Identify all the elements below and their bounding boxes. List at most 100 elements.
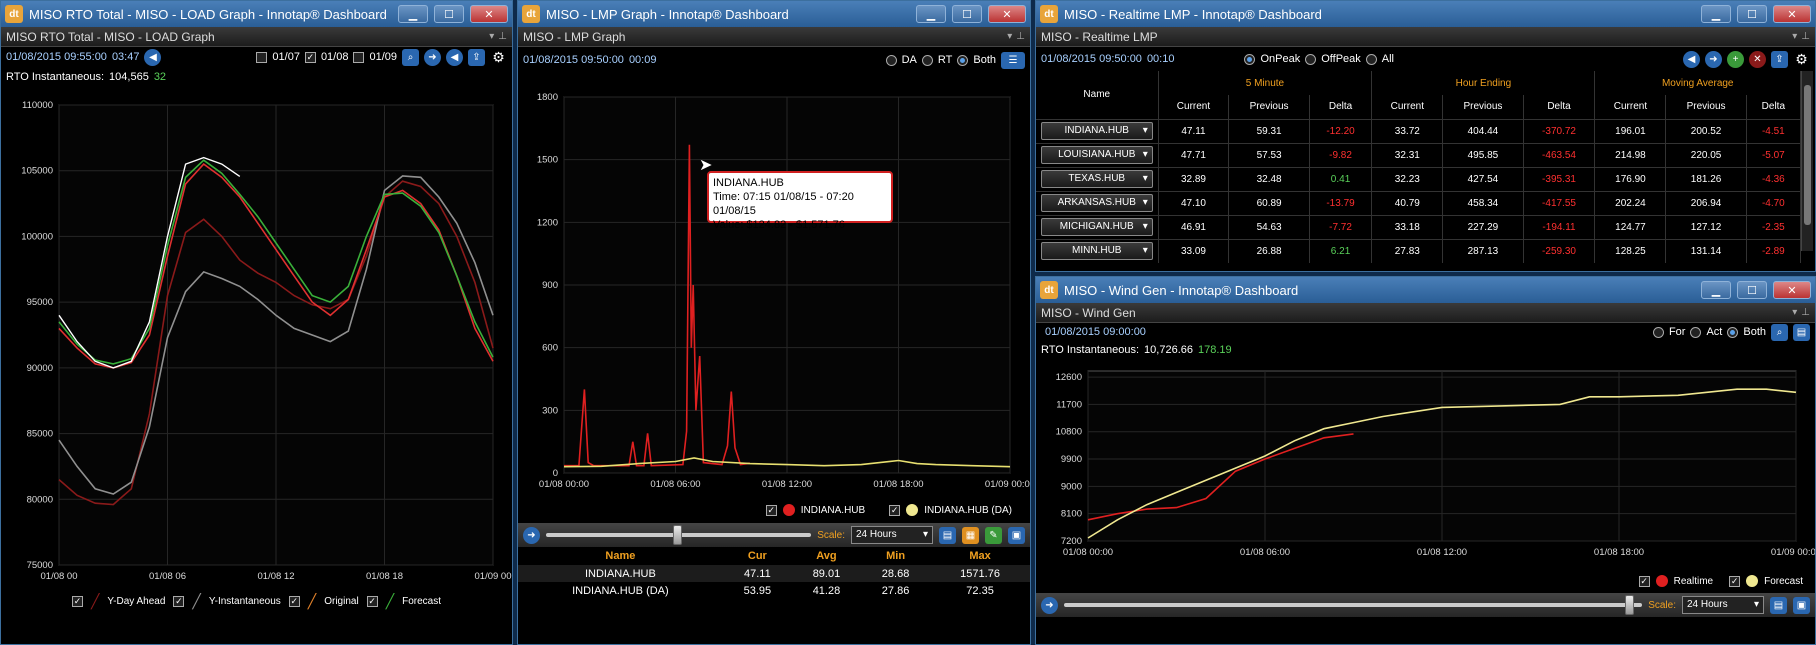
slider-thumb[interactable] bbox=[1624, 595, 1634, 615]
export-icon[interactable]: ⇪ bbox=[1771, 50, 1788, 68]
hub-select-button[interactable]: MINN.HUB bbox=[1040, 242, 1153, 261]
arrow-right-icon[interactable]: ➜ bbox=[1705, 50, 1722, 68]
hub-select-button[interactable]: MICHIGAN.HUB bbox=[1040, 218, 1153, 236]
volume-icon[interactable]: ◀ bbox=[1683, 50, 1700, 68]
value-cell: 33.18 bbox=[1371, 215, 1444, 239]
mode-radio-da[interactable] bbox=[885, 54, 897, 66]
wind-window-titlebar[interactable]: dt MISO - Wind Gen - Innotap® Dashboard … bbox=[1036, 277, 1815, 303]
chart-icon[interactable]: ▤ bbox=[939, 526, 956, 544]
hub-select-button[interactable]: LOUISIANA.HUB bbox=[1040, 146, 1153, 164]
close-button[interactable]: ✕ bbox=[1773, 281, 1811, 299]
dropdown-icon[interactable]: ▾ bbox=[1792, 31, 1797, 42]
value-cell: 32.23 bbox=[1371, 167, 1444, 191]
rt-vertical-scrollbar[interactable] bbox=[1801, 71, 1813, 251]
dropdown-icon[interactable]: ▾ bbox=[1792, 307, 1797, 318]
sub-header-cell: Delta bbox=[1309, 95, 1373, 119]
dropdown-icon[interactable]: ▾ bbox=[1007, 31, 1012, 42]
mode-radio-rt[interactable] bbox=[921, 54, 933, 66]
legend-checkbox-original[interactable]: ✓ bbox=[288, 595, 300, 607]
hub-cell: MINN.HUB bbox=[1036, 239, 1159, 263]
arrow-right-icon[interactable]: ➜ bbox=[1041, 596, 1058, 614]
gear-icon[interactable]: ⚙ bbox=[490, 49, 507, 66]
day-checkbox-0108[interactable]: ✓ bbox=[304, 51, 316, 63]
load-instant-bar: RTO Instantaneous: 104,565 32 bbox=[1, 67, 512, 87]
day-checkbox-0107[interactable] bbox=[256, 51, 268, 63]
edit-icon[interactable]: ✎ bbox=[985, 526, 1002, 544]
table-row[interactable]: MICHIGAN.HUB 46.9154.63-7.7233.18227.29-1… bbox=[1036, 215, 1802, 239]
peak-radio-offpeak[interactable] bbox=[1305, 53, 1317, 65]
wind-timestamp: 01/08/2015 09:00:00 bbox=[1045, 326, 1146, 338]
hub-select-button[interactable]: INDIANA.HUB bbox=[1040, 122, 1153, 140]
close-button[interactable]: ✕ bbox=[1773, 5, 1811, 23]
scale-select[interactable]: 24 Hours bbox=[851, 526, 933, 544]
arrow-right-icon[interactable]: ➜ bbox=[523, 526, 540, 544]
table-row[interactable]: LOUISIANA.HUB47.7157.53-9.8232.31495.85-… bbox=[1036, 143, 1802, 167]
save-icon[interactable]: ▣ bbox=[1793, 596, 1810, 614]
mode-label-rt: RT bbox=[937, 54, 953, 66]
legend-checkbox-forecast[interactable]: ✓ bbox=[1729, 575, 1741, 587]
legend-checkbox-indiana[interactable]: ✓ bbox=[765, 504, 777, 516]
minimize-button[interactable]: ▁ bbox=[1701, 5, 1731, 23]
wind-radio-both[interactable] bbox=[1727, 326, 1739, 338]
mode-label-both: Both bbox=[973, 54, 996, 66]
maximize-button[interactable]: ☐ bbox=[434, 5, 464, 23]
lmp-window-titlebar[interactable]: dt MISO - LMP Graph - Innotap® Dashboard… bbox=[518, 1, 1030, 27]
list-icon[interactable]: ☰ bbox=[1001, 51, 1025, 69]
close-button[interactable]: ✕ bbox=[470, 5, 508, 23]
day-checkbox-0109[interactable] bbox=[353, 51, 365, 63]
pin-icon[interactable]: ⊥ bbox=[1801, 307, 1810, 318]
minimize-button[interactable]: ▁ bbox=[1701, 281, 1731, 299]
scrollbar-thumb[interactable] bbox=[1804, 85, 1811, 225]
table-row[interactable]: INDIANA.HUB 47.1159.31-12.2033.72404.44-3… bbox=[1036, 119, 1802, 143]
gear-icon[interactable]: ⚙ bbox=[1793, 51, 1810, 68]
wind-radio-act[interactable] bbox=[1690, 326, 1702, 338]
maximize-button[interactable]: ☐ bbox=[1737, 281, 1767, 299]
arrow-right-icon[interactable]: ➜ bbox=[424, 48, 441, 66]
table-row[interactable]: TEXAS.HUB 32.8932.480.4132.23427.54-395.3… bbox=[1036, 167, 1802, 191]
table-row[interactable]: MINN.HUB 33.0926.886.2127.83287.13-259.30… bbox=[1036, 239, 1802, 263]
legend-checkbox-yday-inst[interactable]: ✓ bbox=[173, 595, 185, 607]
close-button[interactable]: ✕ bbox=[988, 5, 1026, 23]
search-icon[interactable]: ⌕ bbox=[1771, 323, 1788, 341]
mode-radio-both[interactable] bbox=[957, 54, 969, 66]
load-window-titlebar[interactable]: dt MISO RTO Total - MISO - LOAD Graph - … bbox=[1, 1, 512, 27]
search-icon[interactable]: ⌕ bbox=[402, 48, 419, 66]
minimize-button[interactable]: ▁ bbox=[398, 5, 428, 23]
add-icon[interactable]: + bbox=[1727, 50, 1744, 68]
pin-icon[interactable]: ⊥ bbox=[498, 31, 507, 42]
maximize-button[interactable]: ☐ bbox=[952, 5, 982, 23]
y-tick-label: 105000 bbox=[21, 166, 53, 177]
table-row[interactable]: INDIANA.HUB 47.11 89.01 28.68 1571.76 bbox=[518, 565, 1030, 582]
minimize-button[interactable]: ▁ bbox=[916, 5, 946, 23]
remove-icon[interactable]: ✕ bbox=[1749, 50, 1766, 68]
pin-icon[interactable]: ⊥ bbox=[1801, 31, 1810, 42]
chart-icon[interactable]: ▤ bbox=[1770, 596, 1787, 614]
scale-select[interactable]: 24 Hours bbox=[1682, 596, 1764, 614]
rt-window-titlebar[interactable]: dt MISO - Realtime LMP - Innotap® Dashbo… bbox=[1036, 1, 1815, 27]
speaker-icon[interactable]: ◀ bbox=[144, 48, 162, 66]
table-row[interactable]: INDIANA.HUB (DA) 53.95 41.28 27.86 72.35 bbox=[518, 582, 1030, 599]
table-row[interactable]: ARKANSAS.HUB47.1060.89-13.7940.79458.34-… bbox=[1036, 191, 1802, 215]
time-slider[interactable] bbox=[546, 525, 812, 545]
value-cell: 47.10 bbox=[1158, 191, 1230, 215]
slider-thumb[interactable] bbox=[673, 525, 683, 545]
pin-icon[interactable]: ⊥ bbox=[1016, 31, 1025, 42]
maximize-button[interactable]: ☐ bbox=[1737, 5, 1767, 23]
wind-radio-for[interactable] bbox=[1652, 326, 1664, 338]
dropdown-icon[interactable]: ▾ bbox=[489, 31, 494, 42]
legend-checkbox-yday-ahead[interactable]: ✓ bbox=[71, 595, 83, 607]
x-tick-label: 01/08 06 bbox=[149, 571, 186, 582]
time-slider[interactable] bbox=[1064, 595, 1643, 615]
export-icon[interactable]: ⇪ bbox=[468, 48, 485, 66]
save-icon[interactable]: ▣ bbox=[1008, 526, 1025, 544]
peak-radio-onpeak[interactable] bbox=[1244, 53, 1256, 65]
grid-icon[interactable]: ▦ bbox=[962, 526, 979, 544]
legend-checkbox-forecast[interactable]: ✓ bbox=[366, 595, 378, 607]
hub-select-button[interactable]: TEXAS.HUB bbox=[1040, 170, 1153, 188]
legend-checkbox-indiana-da[interactable]: ✓ bbox=[889, 504, 901, 516]
chart-icon[interactable]: ▤ bbox=[1793, 323, 1810, 341]
peak-radio-all[interactable] bbox=[1365, 53, 1377, 65]
legend-checkbox-realtime[interactable]: ✓ bbox=[1638, 575, 1650, 587]
hub-select-button[interactable]: ARKANSAS.HUB bbox=[1040, 194, 1153, 212]
volume-icon[interactable]: ◀ bbox=[446, 48, 463, 66]
